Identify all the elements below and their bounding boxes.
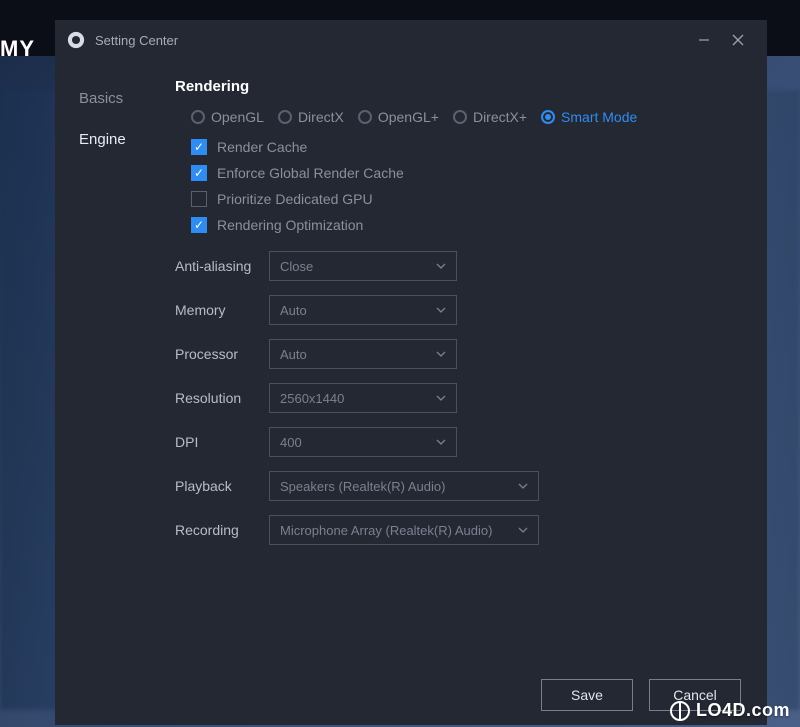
radio-opengl[interactable]: OpenGL [191, 109, 264, 125]
chevron-down-icon [436, 307, 446, 313]
sidebar-item-label: Basics [79, 90, 123, 107]
settings-dialog: Setting Center Basics Engine Rendering O… [55, 20, 767, 725]
sidebar-item-engine[interactable]: Engine [55, 119, 165, 160]
check-rendering-optimization[interactable]: Rendering Optimization [191, 217, 745, 233]
checkbox-label: Rendering Optimization [217, 217, 363, 233]
row-processor: Processor Auto [175, 339, 745, 369]
settings-content: Rendering OpenGL DirectX OpenGL+ DirectX… [165, 60, 767, 665]
row-memory: Memory Auto [175, 295, 745, 325]
watermark: LO4D.com [670, 700, 790, 721]
check-prioritize-dedicated-gpu[interactable]: Prioritize Dedicated GPU [191, 191, 745, 207]
radio-smart-mode[interactable]: Smart Mode [541, 109, 637, 125]
dialog-footer: Save Cancel [55, 665, 767, 725]
select-memory[interactable]: Auto [269, 295, 457, 325]
form-label: Recording [175, 522, 269, 538]
check-enforce-global-render-cache[interactable]: Enforce Global Render Cache [191, 165, 745, 181]
radio-label: OpenGL+ [378, 109, 439, 125]
select-value: Auto [280, 303, 307, 318]
watermark-text: LO4D.com [696, 700, 790, 721]
radio-icon [541, 110, 555, 124]
form-label: DPI [175, 434, 269, 450]
select-value: 2560x1440 [280, 391, 344, 406]
select-value: Auto [280, 347, 307, 362]
chevron-down-icon [436, 439, 446, 445]
rendering-mode-radios: OpenGL DirectX OpenGL+ DirectX+ Smart Mo… [191, 109, 745, 125]
radio-directx-plus[interactable]: DirectX+ [453, 109, 527, 125]
sidebar-item-label: Engine [79, 131, 126, 148]
radio-label: OpenGL [211, 109, 264, 125]
form-label: Anti-aliasing [175, 258, 269, 274]
minimize-button[interactable] [687, 26, 721, 54]
checkbox-label: Render Cache [217, 139, 307, 155]
radio-icon [278, 110, 292, 124]
globe-icon [670, 701, 690, 721]
app-icon [67, 31, 85, 49]
checkbox-icon [191, 191, 207, 207]
select-value: 400 [280, 435, 302, 450]
radio-label: DirectX [298, 109, 344, 125]
section-title: Rendering [175, 78, 745, 95]
checkbox-label: Prioritize Dedicated GPU [217, 191, 373, 207]
select-playback[interactable]: Speakers (Realtek(R) Audio) [269, 471, 539, 501]
select-value: Close [280, 259, 313, 274]
row-recording: Recording Microphone Array (Realtek(R) A… [175, 515, 745, 545]
chevron-down-icon [436, 395, 446, 401]
radio-icon [191, 110, 205, 124]
checkbox-label: Enforce Global Render Cache [217, 165, 404, 181]
close-icon [732, 34, 744, 46]
radio-label: Smart Mode [561, 109, 637, 125]
minimize-icon [698, 34, 710, 46]
row-dpi: DPI 400 [175, 427, 745, 457]
checkbox-icon [191, 139, 207, 155]
form-label: Playback [175, 478, 269, 494]
background-my-label: MY [0, 36, 35, 62]
button-label: Save [571, 687, 603, 703]
rendering-checkboxes: Render Cache Enforce Global Render Cache… [191, 139, 745, 233]
select-processor[interactable]: Auto [269, 339, 457, 369]
form-label: Resolution [175, 390, 269, 406]
radio-opengl-plus[interactable]: OpenGL+ [358, 109, 439, 125]
sidebar-item-basics[interactable]: Basics [55, 78, 165, 119]
row-playback: Playback Speakers (Realtek(R) Audio) [175, 471, 745, 501]
chevron-down-icon [518, 483, 528, 489]
chevron-down-icon [436, 351, 446, 357]
radio-directx[interactable]: DirectX [278, 109, 344, 125]
sidebar: Basics Engine [55, 60, 165, 665]
select-anti-aliasing[interactable]: Close [269, 251, 457, 281]
close-button[interactable] [721, 26, 755, 54]
check-render-cache[interactable]: Render Cache [191, 139, 745, 155]
window-title: Setting Center [95, 33, 178, 48]
radio-icon [453, 110, 467, 124]
form-label: Memory [175, 302, 269, 318]
form-label: Processor [175, 346, 269, 362]
save-button[interactable]: Save [541, 679, 633, 711]
select-dpi[interactable]: 400 [269, 427, 457, 457]
radio-icon [358, 110, 372, 124]
select-value: Speakers (Realtek(R) Audio) [280, 479, 445, 494]
select-value: Microphone Array (Realtek(R) Audio) [280, 523, 492, 538]
select-resolution[interactable]: 2560x1440 [269, 383, 457, 413]
chevron-down-icon [436, 263, 446, 269]
checkbox-icon [191, 217, 207, 233]
select-recording[interactable]: Microphone Array (Realtek(R) Audio) [269, 515, 539, 545]
chevron-down-icon [518, 527, 528, 533]
row-resolution: Resolution 2560x1440 [175, 383, 745, 413]
form-rows: Anti-aliasing Close Memory Auto Processo… [175, 251, 745, 545]
titlebar: Setting Center [55, 20, 767, 60]
checkbox-icon [191, 165, 207, 181]
radio-label: DirectX+ [473, 109, 527, 125]
row-anti-aliasing: Anti-aliasing Close [175, 251, 745, 281]
